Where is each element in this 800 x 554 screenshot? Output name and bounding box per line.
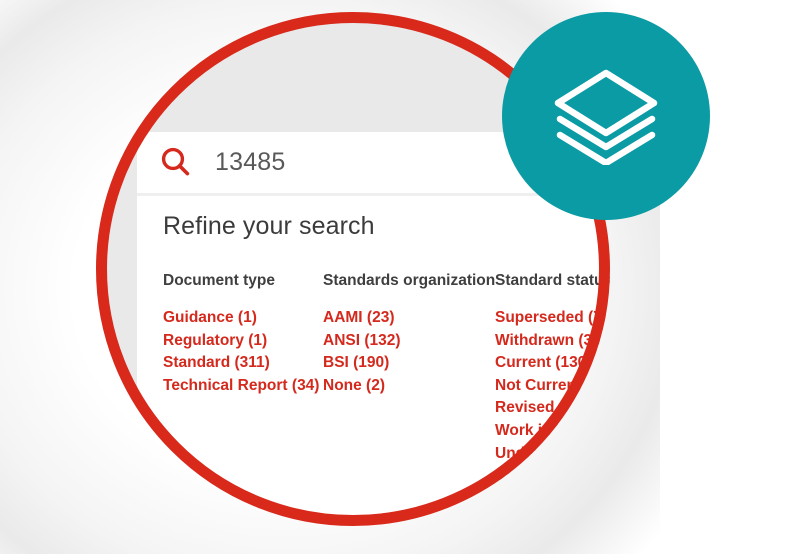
facet-item-not-current[interactable]: Not Current <box>495 375 610 398</box>
facet-item-technical-report[interactable]: Technical Report (34) <box>163 375 323 398</box>
layers-stack-icon <box>554 69 658 165</box>
facet-column-standard-status: Standard status Superseded (7) Withdrawn… <box>495 272 610 488</box>
facet-item-none[interactable]: None (2) <box>323 375 495 398</box>
search-input[interactable]: 13485 <box>215 148 286 177</box>
facet-item-revised[interactable]: Revised (36 <box>495 397 610 420</box>
facet-item-regulatory[interactable]: Regulatory (1) <box>163 330 323 353</box>
facet-header-standard-status: Standard status <box>495 272 610 289</box>
facet-columns: Document type Guidance (1) Regulatory (1… <box>163 272 610 488</box>
facet-item-corrected[interactable]: Cor <box>495 465 610 488</box>
page-title: Refine your search <box>163 212 375 240</box>
facet-column-document-type: Document type Guidance (1) Regulatory (1… <box>163 272 323 488</box>
facet-item-current[interactable]: Current (130) <box>495 352 610 375</box>
facet-item-withdrawn[interactable]: Withdrawn (38 <box>495 330 610 353</box>
facet-item-standard[interactable]: Standard (311) <box>163 352 323 375</box>
facet-header-standards-organization: Standards organization <box>323 272 496 289</box>
facet-column-standards-organization: Standards organization AAMI (23) ANSI (1… <box>323 272 495 488</box>
layers-badge[interactable] <box>502 12 710 220</box>
facet-item-ansi[interactable]: ANSI (132) <box>323 330 495 353</box>
screenshot-stage: 13485 Refine your search Document type G… <box>0 0 800 554</box>
facet-header-document-type: Document type <box>163 272 275 289</box>
facet-item-work-in-progress[interactable]: Work in P <box>495 420 610 443</box>
facet-item-guidance[interactable]: Guidance (1) <box>163 307 323 330</box>
refine-search-panel: Refine your search Document type Guidanc… <box>137 196 610 484</box>
facet-item-under-review[interactable]: Under <box>495 443 610 466</box>
facet-item-superseded[interactable]: Superseded (7) <box>495 307 610 330</box>
facet-item-aami[interactable]: AAMI (23) <box>323 307 495 330</box>
search-icon[interactable] <box>159 146 193 180</box>
facet-item-bsi[interactable]: BSI (190) <box>323 352 495 375</box>
